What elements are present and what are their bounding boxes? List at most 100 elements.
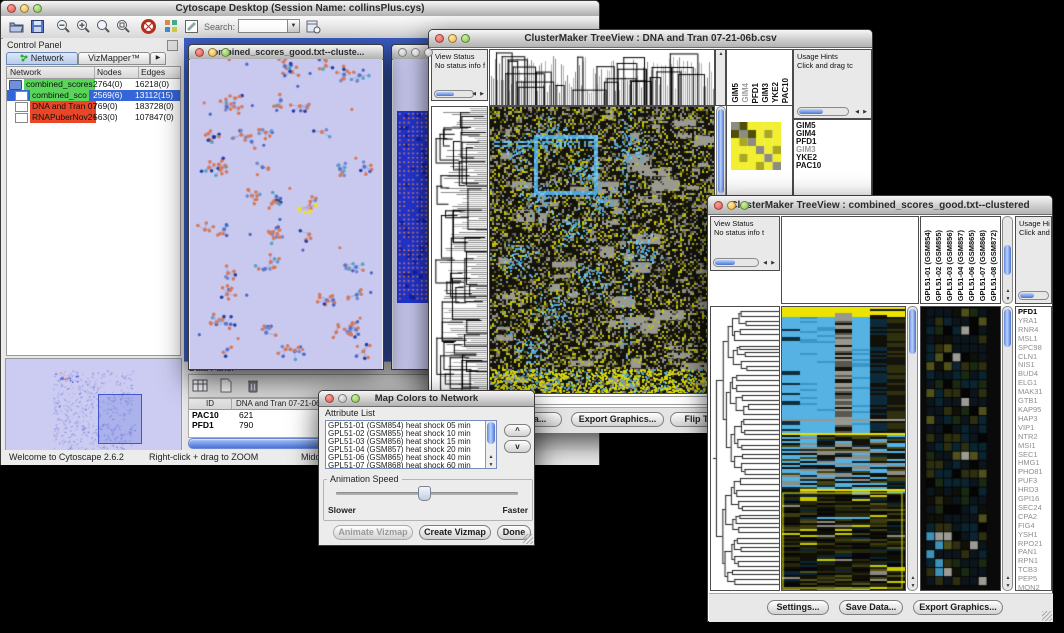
tv2-collabel-vscrollbar[interactable]: ▲ ▼ — [1002, 216, 1013, 304]
tv1-row-dendrogram[interactable] — [431, 106, 488, 394]
scroll-left-icon[interactable]: ◀ — [853, 109, 861, 115]
scroll-right-icon[interactable]: ▶ — [769, 260, 777, 266]
tv2-zoomview-panel[interactable] — [920, 306, 1001, 591]
animation-speed-group: Animation Speed Slower Faster — [323, 479, 533, 521]
network-view-canvas[interactable] — [190, 59, 382, 369]
network-window1-titlebar[interactable]: combined_scores_good.txt--cluste... — [189, 45, 383, 60]
save-data-button[interactable]: Save Data... — [839, 600, 903, 615]
attr-col-id[interactable]: ID — [189, 399, 232, 409]
network-row[interactable]: combined_scores2764(0)16218(0) — [7, 79, 180, 90]
tv2-zoomview-heatmap[interactable] — [926, 308, 987, 586]
float-panel-icon[interactable] — [167, 40, 178, 51]
birdseye-viewport-rect[interactable] — [98, 394, 142, 444]
tv1-hints-hscrollbar[interactable] — [797, 107, 849, 116]
network-row[interactable]: combined_sco2569(6)13112(15) — [7, 90, 180, 101]
save-session-icon[interactable] — [31, 20, 44, 33]
tv2-zoom-vscrollbar[interactable]: ▲ ▼ — [1002, 306, 1013, 591]
attribute-list-vscrollbar[interactable]: ▲ ▼ — [485, 421, 496, 468]
export-graphics-button[interactable]: Export Graphics... — [571, 412, 664, 427]
zoom-window-icon[interactable] — [33, 4, 42, 13]
close-icon[interactable] — [398, 48, 407, 57]
tv2-hints-hscrollbar[interactable] — [1018, 291, 1049, 300]
scroll-right-icon[interactable]: ▶ — [478, 91, 486, 97]
attr-col-name[interactable]: DNA and Tran 07-21-06 — [232, 399, 321, 409]
scroll-up-icon[interactable]: ▲ — [909, 575, 917, 581]
open-session-icon[interactable] — [9, 20, 24, 33]
scroll-down-icon[interactable]: ▼ — [909, 583, 917, 589]
network-row[interactable]: DNA and Tran 07769(0)183728(0) — [7, 101, 180, 112]
scroll-down-icon[interactable]: ▼ — [487, 462, 495, 468]
tv2-status-hscrollbar[interactable] — [713, 258, 759, 267]
tv2-global-vscrollbar[interactable]: ▲ ▼ — [907, 306, 918, 591]
resize-grip[interactable] — [523, 534, 533, 544]
scroll-left-icon[interactable]: ◀ — [761, 260, 769, 266]
tab-network[interactable]: Network — [6, 52, 78, 65]
tab-overflow-button[interactable]: ▶ — [150, 52, 166, 65]
tv1-heatmap-globalview[interactable] — [489, 106, 715, 394]
network-table-header[interactable]: Network Nodes Edges — [7, 67, 180, 79]
tab-vizmapper[interactable]: VizMapper™ — [78, 52, 150, 65]
minimize-icon[interactable] — [20, 4, 29, 13]
zoom-selected-icon[interactable] — [116, 19, 131, 34]
scroll-left-icon[interactable]: ◀ — [470, 91, 478, 97]
birdseye-view[interactable] — [5, 358, 182, 457]
minimize-icon[interactable] — [208, 48, 217, 57]
minimize-icon[interactable] — [448, 34, 457, 43]
minimize-icon[interactable] — [727, 201, 736, 210]
tv1-zoomview-heatmap[interactable] — [731, 122, 781, 170]
network-manager-icon[interactable] — [164, 19, 179, 34]
annotation-icon[interactable] — [184, 19, 199, 34]
cytoscape-titlebar[interactable]: Cytoscape Desktop (Session Name: collins… — [1, 1, 599, 17]
attribute-list-item[interactable]: GPL51-07 (GSM868) heat shock 60 min — [326, 462, 496, 469]
zoom-fit-icon[interactable] — [96, 19, 111, 34]
scroll-down-icon[interactable]: ▼ — [1004, 296, 1012, 302]
attribute-listbox[interactable]: GPL51-01 (GSM854) heat shock 05 minGPL51… — [325, 420, 497, 469]
tv2-gene-label[interactable]: MON2 — [1016, 584, 1051, 591]
tv1-row-label[interactable]: PAC10 — [794, 162, 871, 170]
zoom-window-icon[interactable] — [351, 394, 360, 403]
attribute-search-icon[interactable] — [306, 19, 321, 34]
search-dropdown-button[interactable]: ▼ — [287, 19, 300, 33]
animate-vizmap-button[interactable]: Animate Vizmap — [333, 525, 413, 540]
treeview2-titlebar[interactable]: ClusterMaker TreeView : combined_scores_… — [708, 196, 1052, 215]
move-up-button[interactable]: ^ — [504, 424, 531, 437]
create-vizmap-button[interactable]: Create Vizmap — [419, 525, 491, 540]
zoom-in-icon[interactable] — [76, 19, 91, 34]
close-icon[interactable] — [435, 34, 444, 43]
close-icon[interactable] — [714, 201, 723, 210]
new-attribute-icon[interactable] — [218, 378, 234, 393]
attribute-select-icon[interactable] — [192, 378, 208, 393]
close-icon[interactable] — [7, 4, 16, 13]
treeview1-titlebar[interactable]: ClusterMaker TreeView : DNA and Tran 07-… — [429, 30, 872, 48]
scroll-up-icon[interactable]: ▲ — [1004, 575, 1012, 581]
tv2-heatmap-globalview[interactable] — [781, 306, 906, 591]
tv1-status-hscrollbar[interactable] — [434, 90, 474, 98]
close-icon[interactable] — [195, 48, 204, 57]
export-graphics-button[interactable]: Export Graphics... — [913, 600, 1003, 615]
search-input[interactable] — [238, 19, 288, 33]
zoom-window-icon[interactable] — [221, 48, 230, 57]
settings-button[interactable]: Settings... — [767, 600, 829, 615]
minimize-icon[interactable] — [411, 48, 420, 57]
close-icon[interactable] — [325, 394, 334, 403]
zoom-out-icon[interactable] — [56, 19, 71, 34]
scroll-up-icon[interactable]: ▲ — [487, 454, 495, 460]
zoom-window-icon[interactable] — [461, 34, 470, 43]
scroll-right-icon[interactable]: ▶ — [861, 109, 869, 115]
tv2-row-dendrogram[interactable] — [710, 306, 780, 591]
zoom-window-icon[interactable] — [424, 48, 433, 57]
scroll-up-icon[interactable]: ▲ — [716, 51, 726, 57]
delete-attribute-icon[interactable] — [245, 378, 261, 393]
resize-grip[interactable] — [1042, 611, 1052, 621]
speed-slider-thumb[interactable] — [418, 486, 431, 501]
map-dialog-titlebar[interactable]: Map Colors to Network — [319, 391, 534, 407]
minimize-icon[interactable] — [338, 394, 347, 403]
move-down-button[interactable]: v — [504, 440, 531, 453]
help-lifering-icon[interactable] — [141, 19, 156, 34]
network-row[interactable]: RNAPuberNov2+I563(0)107847(0) — [7, 112, 180, 123]
scroll-up-icon[interactable]: ▲ — [1004, 288, 1012, 294]
tv1-column-dendrogram[interactable] — [489, 49, 715, 106]
window-controls[interactable] — [7, 4, 42, 13]
zoom-window-icon[interactable] — [740, 201, 749, 210]
scroll-down-icon[interactable]: ▼ — [1004, 583, 1012, 589]
